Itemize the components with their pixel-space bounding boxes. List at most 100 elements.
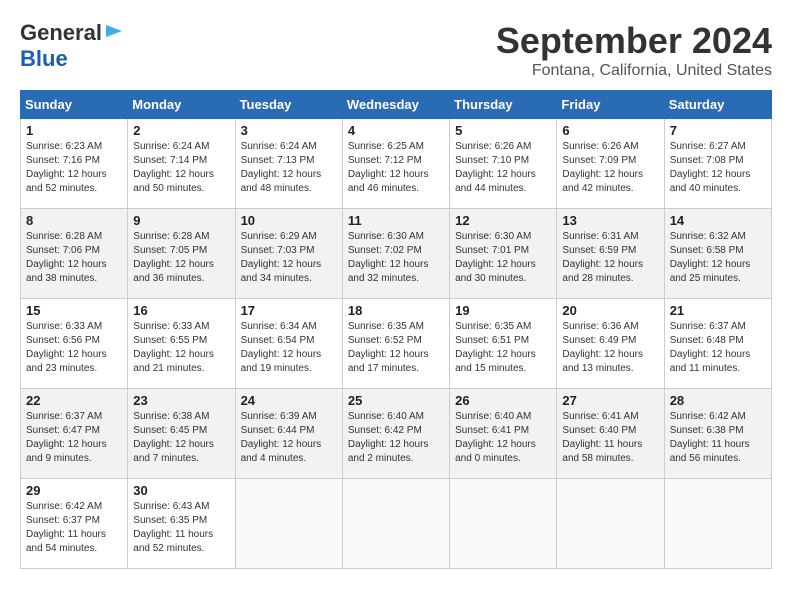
day-number: 4 bbox=[348, 123, 444, 138]
day-info: Sunrise: 6:32 AM Sunset: 6:58 PM Dayligh… bbox=[670, 230, 766, 286]
calendar-day-cell: 12 Sunrise: 6:30 AM Sunset: 7:01 PM Dayl… bbox=[450, 209, 557, 299]
day-info: Sunrise: 6:38 AM Sunset: 6:45 PM Dayligh… bbox=[133, 410, 229, 466]
day-number: 9 bbox=[133, 213, 229, 228]
day-number: 3 bbox=[241, 123, 337, 138]
calendar-day-cell: 22 Sunrise: 6:37 AM Sunset: 6:47 PM Dayl… bbox=[21, 389, 128, 479]
calendar-day-cell: 3 Sunrise: 6:24 AM Sunset: 7:13 PM Dayli… bbox=[235, 119, 342, 209]
day-info: Sunrise: 6:40 AM Sunset: 6:41 PM Dayligh… bbox=[455, 410, 551, 466]
day-number: 18 bbox=[348, 303, 444, 318]
calendar-day-cell: 20 Sunrise: 6:36 AM Sunset: 6:49 PM Dayl… bbox=[557, 299, 664, 389]
day-info: Sunrise: 6:40 AM Sunset: 6:42 PM Dayligh… bbox=[348, 410, 444, 466]
day-number: 20 bbox=[562, 303, 658, 318]
calendar-day-cell: 6 Sunrise: 6:26 AM Sunset: 7:09 PM Dayli… bbox=[557, 119, 664, 209]
calendar-day-cell: 5 Sunrise: 6:26 AM Sunset: 7:10 PM Dayli… bbox=[450, 119, 557, 209]
day-number: 1 bbox=[26, 123, 122, 138]
day-number: 11 bbox=[348, 213, 444, 228]
location-title: Fontana, California, United States bbox=[496, 62, 772, 80]
day-info: Sunrise: 6:29 AM Sunset: 7:03 PM Dayligh… bbox=[241, 230, 337, 286]
day-number: 12 bbox=[455, 213, 551, 228]
day-info: Sunrise: 6:41 AM Sunset: 6:40 PM Dayligh… bbox=[562, 410, 658, 466]
calendar-day-cell: 25 Sunrise: 6:40 AM Sunset: 6:42 PM Dayl… bbox=[342, 389, 449, 479]
day-number: 17 bbox=[241, 303, 337, 318]
day-info: Sunrise: 6:27 AM Sunset: 7:08 PM Dayligh… bbox=[670, 140, 766, 196]
calendar-day-cell: 8 Sunrise: 6:28 AM Sunset: 7:06 PM Dayli… bbox=[21, 209, 128, 299]
calendar-day-cell: 18 Sunrise: 6:35 AM Sunset: 6:52 PM Dayl… bbox=[342, 299, 449, 389]
calendar-day-cell: 28 Sunrise: 6:42 AM Sunset: 6:38 PM Dayl… bbox=[664, 389, 771, 479]
day-number: 5 bbox=[455, 123, 551, 138]
day-info: Sunrise: 6:30 AM Sunset: 7:02 PM Dayligh… bbox=[348, 230, 444, 286]
day-info: Sunrise: 6:24 AM Sunset: 7:13 PM Dayligh… bbox=[241, 140, 337, 196]
day-number: 15 bbox=[26, 303, 122, 318]
day-info: Sunrise: 6:28 AM Sunset: 7:05 PM Dayligh… bbox=[133, 230, 229, 286]
day-info: Sunrise: 6:33 AM Sunset: 6:55 PM Dayligh… bbox=[133, 320, 229, 376]
calendar-table: SundayMondayTuesdayWednesdayThursdayFrid… bbox=[20, 90, 772, 569]
day-number: 6 bbox=[562, 123, 658, 138]
calendar-day-cell bbox=[235, 479, 342, 569]
calendar-header-monday: Monday bbox=[128, 91, 235, 119]
calendar-week-row: 15 Sunrise: 6:33 AM Sunset: 6:56 PM Dayl… bbox=[21, 299, 772, 389]
day-number: 16 bbox=[133, 303, 229, 318]
calendar-week-row: 22 Sunrise: 6:37 AM Sunset: 6:47 PM Dayl… bbox=[21, 389, 772, 479]
day-info: Sunrise: 6:42 AM Sunset: 6:38 PM Dayligh… bbox=[670, 410, 766, 466]
calendar-day-cell: 30 Sunrise: 6:43 AM Sunset: 6:35 PM Dayl… bbox=[128, 479, 235, 569]
calendar-day-cell: 26 Sunrise: 6:40 AM Sunset: 6:41 PM Dayl… bbox=[450, 389, 557, 479]
day-number: 24 bbox=[241, 393, 337, 408]
calendar-day-cell: 13 Sunrise: 6:31 AM Sunset: 6:59 PM Dayl… bbox=[557, 209, 664, 299]
calendar-day-cell: 14 Sunrise: 6:32 AM Sunset: 6:58 PM Dayl… bbox=[664, 209, 771, 299]
calendar-day-cell: 10 Sunrise: 6:29 AM Sunset: 7:03 PM Dayl… bbox=[235, 209, 342, 299]
calendar-day-cell: 1 Sunrise: 6:23 AM Sunset: 7:16 PM Dayli… bbox=[21, 119, 128, 209]
calendar-day-cell: 15 Sunrise: 6:33 AM Sunset: 6:56 PM Dayl… bbox=[21, 299, 128, 389]
calendar-week-row: 1 Sunrise: 6:23 AM Sunset: 7:16 PM Dayli… bbox=[21, 119, 772, 209]
day-info: Sunrise: 6:33 AM Sunset: 6:56 PM Dayligh… bbox=[26, 320, 122, 376]
calendar-header-thursday: Thursday bbox=[450, 91, 557, 119]
day-number: 27 bbox=[562, 393, 658, 408]
calendar-day-cell: 17 Sunrise: 6:34 AM Sunset: 6:54 PM Dayl… bbox=[235, 299, 342, 389]
day-number: 13 bbox=[562, 213, 658, 228]
logo-arrow-icon bbox=[104, 21, 124, 46]
calendar-day-cell: 16 Sunrise: 6:33 AM Sunset: 6:55 PM Dayl… bbox=[128, 299, 235, 389]
title-block: September 2024 Fontana, California, Unit… bbox=[496, 20, 772, 80]
day-number: 2 bbox=[133, 123, 229, 138]
calendar-day-cell bbox=[342, 479, 449, 569]
day-number: 22 bbox=[26, 393, 122, 408]
day-info: Sunrise: 6:26 AM Sunset: 7:10 PM Dayligh… bbox=[455, 140, 551, 196]
calendar-header-tuesday: Tuesday bbox=[235, 91, 342, 119]
calendar-day-cell: 21 Sunrise: 6:37 AM Sunset: 6:48 PM Dayl… bbox=[664, 299, 771, 389]
calendar-day-cell: 27 Sunrise: 6:41 AM Sunset: 6:40 PM Dayl… bbox=[557, 389, 664, 479]
calendar-day-cell bbox=[664, 479, 771, 569]
day-number: 10 bbox=[241, 213, 337, 228]
calendar-day-cell: 29 Sunrise: 6:42 AM Sunset: 6:37 PM Dayl… bbox=[21, 479, 128, 569]
logo-blue-text: Blue bbox=[20, 46, 68, 71]
calendar-day-cell: 2 Sunrise: 6:24 AM Sunset: 7:14 PM Dayli… bbox=[128, 119, 235, 209]
day-number: 29 bbox=[26, 483, 122, 498]
day-info: Sunrise: 6:43 AM Sunset: 6:35 PM Dayligh… bbox=[133, 500, 229, 556]
day-info: Sunrise: 6:26 AM Sunset: 7:09 PM Dayligh… bbox=[562, 140, 658, 196]
day-info: Sunrise: 6:30 AM Sunset: 7:01 PM Dayligh… bbox=[455, 230, 551, 286]
calendar-day-cell: 7 Sunrise: 6:27 AM Sunset: 7:08 PM Dayli… bbox=[664, 119, 771, 209]
day-info: Sunrise: 6:42 AM Sunset: 6:37 PM Dayligh… bbox=[26, 500, 122, 556]
day-info: Sunrise: 6:23 AM Sunset: 7:16 PM Dayligh… bbox=[26, 140, 122, 196]
day-info: Sunrise: 6:39 AM Sunset: 6:44 PM Dayligh… bbox=[241, 410, 337, 466]
day-info: Sunrise: 6:35 AM Sunset: 6:52 PM Dayligh… bbox=[348, 320, 444, 376]
month-title: September 2024 bbox=[496, 20, 772, 62]
calendar-day-cell bbox=[557, 479, 664, 569]
calendar-header-friday: Friday bbox=[557, 91, 664, 119]
logo: General Blue bbox=[20, 20, 124, 72]
calendar-header-sunday: Sunday bbox=[21, 91, 128, 119]
calendar-week-row: 8 Sunrise: 6:28 AM Sunset: 7:06 PM Dayli… bbox=[21, 209, 772, 299]
day-info: Sunrise: 6:35 AM Sunset: 6:51 PM Dayligh… bbox=[455, 320, 551, 376]
calendar-day-cell: 23 Sunrise: 6:38 AM Sunset: 6:45 PM Dayl… bbox=[128, 389, 235, 479]
calendar-week-row: 29 Sunrise: 6:42 AM Sunset: 6:37 PM Dayl… bbox=[21, 479, 772, 569]
logo-general-text: General bbox=[20, 20, 102, 46]
day-number: 28 bbox=[670, 393, 766, 408]
calendar-day-cell: 9 Sunrise: 6:28 AM Sunset: 7:05 PM Dayli… bbox=[128, 209, 235, 299]
page-header: General Blue September 2024 Fontana, Cal… bbox=[20, 20, 772, 80]
calendar-day-cell: 11 Sunrise: 6:30 AM Sunset: 7:02 PM Dayl… bbox=[342, 209, 449, 299]
day-info: Sunrise: 6:25 AM Sunset: 7:12 PM Dayligh… bbox=[348, 140, 444, 196]
day-info: Sunrise: 6:37 AM Sunset: 6:47 PM Dayligh… bbox=[26, 410, 122, 466]
day-number: 30 bbox=[133, 483, 229, 498]
calendar-day-cell bbox=[450, 479, 557, 569]
day-info: Sunrise: 6:36 AM Sunset: 6:49 PM Dayligh… bbox=[562, 320, 658, 376]
day-number: 26 bbox=[455, 393, 551, 408]
calendar-day-cell: 19 Sunrise: 6:35 AM Sunset: 6:51 PM Dayl… bbox=[450, 299, 557, 389]
